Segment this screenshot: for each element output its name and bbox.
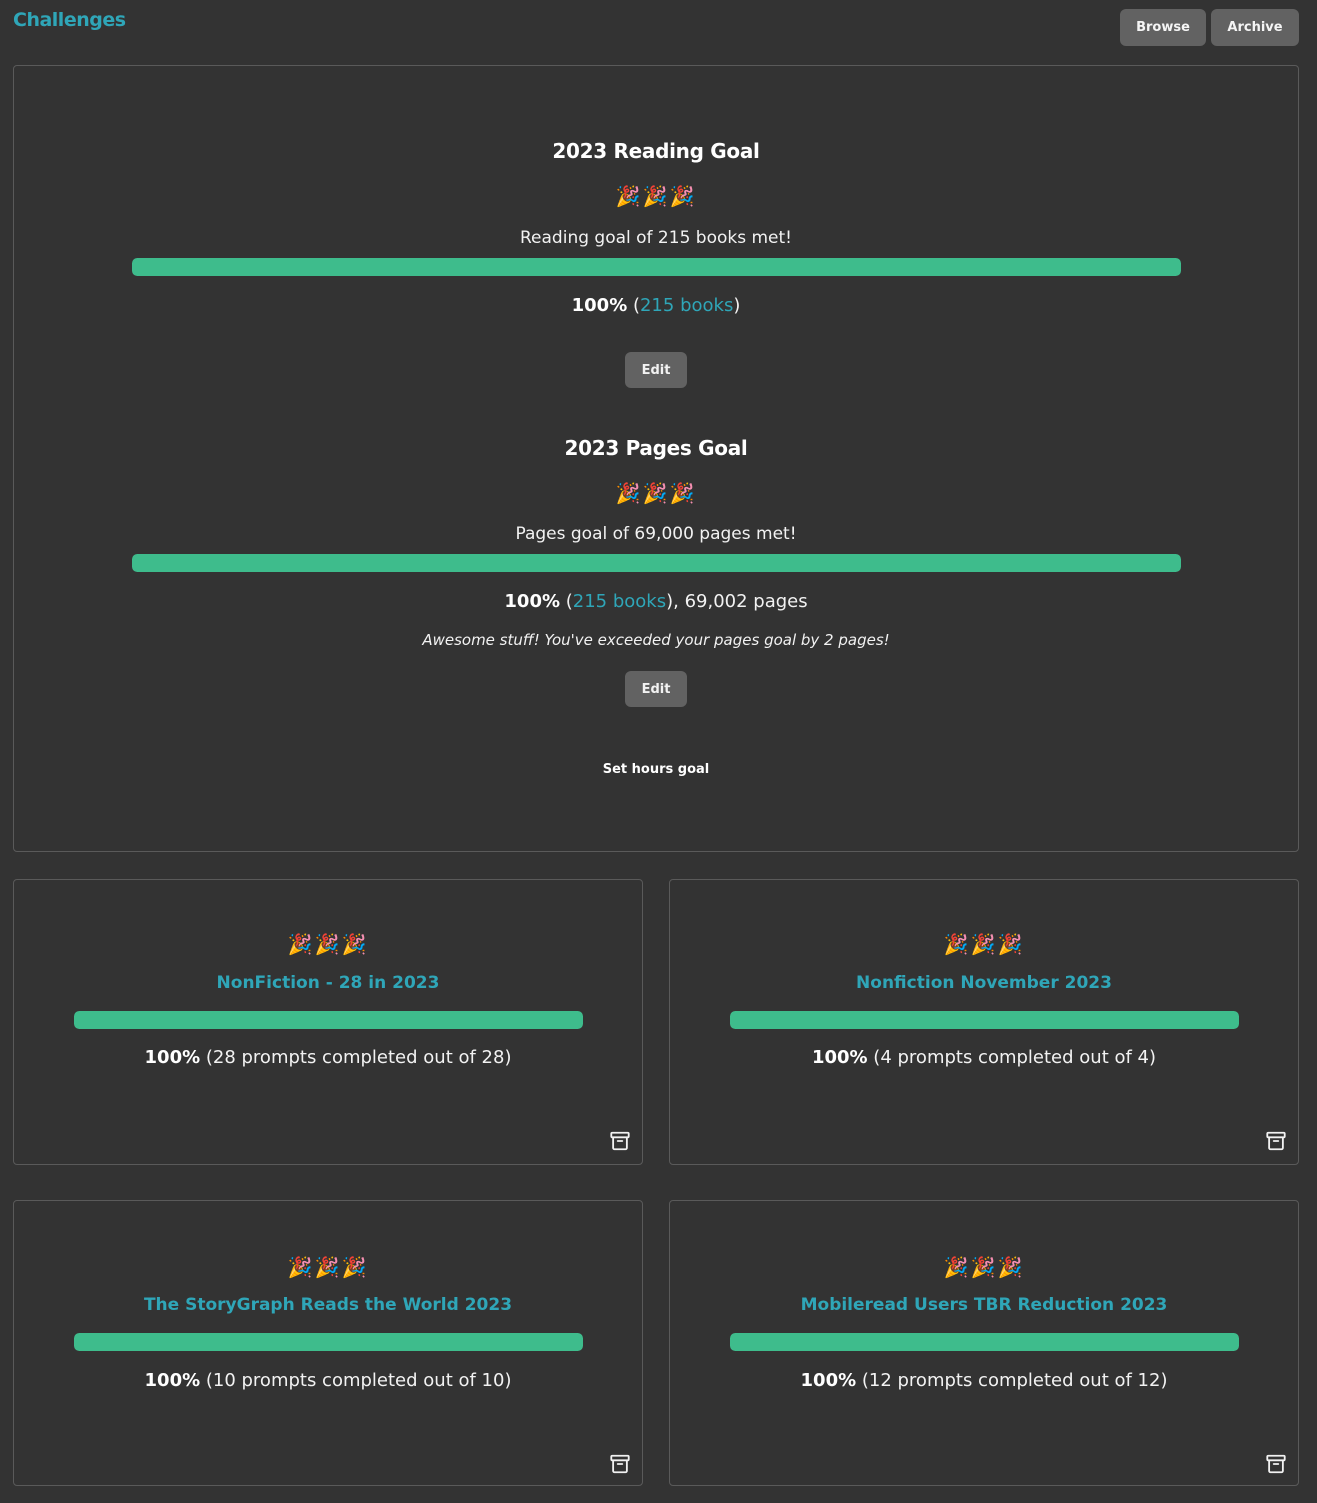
challenge-progress-bar — [74, 1011, 583, 1029]
challenge-stat: 100% (4 prompts completed out of 4) — [670, 1047, 1298, 1068]
challenge-detail: (10 prompts completed out of 10) — [200, 1370, 512, 1391]
challenge-percent: 100% — [800, 1370, 857, 1391]
challenge-progress-bar — [74, 1333, 583, 1351]
pages-goal-note: Awesome stuff! You've exceeded your page… — [422, 631, 890, 649]
reading-goal-progress-fill — [132, 258, 1181, 276]
pages-goal-books-link[interactable]: 215 books — [573, 591, 666, 612]
pages-goal-edit-button[interactable]: Edit — [625, 671, 687, 707]
archive-icon[interactable] — [609, 1453, 631, 1475]
challenge-percent: 100% — [811, 1047, 868, 1068]
page-title[interactable]: Challenges — [13, 9, 126, 31]
archive-button[interactable]: Archive — [1211, 9, 1299, 46]
challenge-percent: 100% — [144, 1047, 201, 1068]
challenge-detail: (28 prompts completed out of 28) — [200, 1047, 512, 1068]
challenge-title-link[interactable]: The StoryGraph Reads the World 2023 — [14, 1295, 642, 1315]
challenge-title-link[interactable]: Mobileread Users TBR Reduction 2023 — [670, 1295, 1298, 1315]
reading-goal-books-link[interactable]: 215 books — [640, 295, 733, 316]
reading-goal-message: Reading goal of 215 books met! — [520, 228, 792, 248]
challenge-party-icon: 🎉🎉🎉 — [943, 932, 1025, 956]
pages-goal-progress-fill — [132, 554, 1181, 572]
reading-goal-party-icon: 🎉🎉🎉 — [615, 184, 697, 208]
challenge-progress-bar — [730, 1333, 1239, 1351]
pages-goal-percent: 100% — [504, 591, 560, 612]
challenge-stat: 100% (10 prompts completed out of 10) — [14, 1370, 642, 1391]
challenge-percent: 100% — [144, 1370, 201, 1391]
challenge-card: 🎉🎉🎉 The StoryGraph Reads the World 2023 … — [13, 1200, 643, 1486]
challenge-detail: (4 prompts completed out of 4) — [867, 1047, 1157, 1068]
archive-icon[interactable] — [1265, 1130, 1287, 1152]
challenge-party-icon: 🎉🎉🎉 — [943, 1255, 1025, 1279]
challenge-title-link[interactable]: Nonfiction November 2023 — [670, 973, 1298, 993]
challenge-card: 🎉🎉🎉 Mobileread Users TBR Reduction 2023 … — [669, 1200, 1299, 1486]
pages-goal-stat: 100% (215 books), 69,002 pages — [504, 591, 808, 612]
goals-panel: 2023 Reading Goal 🎉🎉🎉 Reading goal of 21… — [13, 65, 1299, 852]
reading-goal-edit-button[interactable]: Edit — [625, 352, 687, 388]
challenge-party-icon: 🎉🎉🎉 — [287, 1255, 369, 1279]
set-hours-goal-link[interactable]: Set hours goal — [603, 762, 710, 777]
challenge-detail: (12 prompts completed out of 12) — [856, 1370, 1168, 1391]
reading-goal-title: 2023 Reading Goal — [552, 139, 760, 163]
archive-icon[interactable] — [1265, 1453, 1287, 1475]
challenge-party-icon: 🎉🎉🎉 — [287, 932, 369, 956]
challenge-card: 🎉🎉🎉 Nonfiction November 2023 100% (4 pro… — [669, 879, 1299, 1165]
challenge-card: 🎉🎉🎉 NonFiction - 28 in 2023 100% (28 pro… — [13, 879, 643, 1165]
pages-goal-title: 2023 Pages Goal — [564, 436, 748, 460]
challenge-progress-bar — [730, 1011, 1239, 1029]
reading-goal-progress-bar — [132, 258, 1181, 276]
challenge-stat: 100% (28 prompts completed out of 28) — [14, 1047, 642, 1068]
hours-goal-row: Set hours goal — [14, 758, 1298, 777]
browse-button[interactable]: Browse — [1120, 9, 1206, 46]
challenge-title-link[interactable]: NonFiction - 28 in 2023 — [14, 973, 642, 993]
challenge-progress-fill — [730, 1011, 1239, 1029]
reading-goal-stat: 100% (215 books) — [571, 295, 741, 316]
challenge-progress-fill — [730, 1333, 1239, 1351]
challenge-progress-fill — [74, 1011, 583, 1029]
pages-goal-pages-text: , 69,002 pages — [673, 591, 808, 612]
pages-goal-progress-bar — [132, 554, 1181, 572]
challenge-stat: 100% (12 prompts completed out of 12) — [670, 1370, 1298, 1391]
pages-goal-party-icon: 🎉🎉🎉 — [615, 481, 697, 505]
challenge-progress-fill — [74, 1333, 583, 1351]
archive-icon[interactable] — [609, 1130, 631, 1152]
pages-goal-message: Pages goal of 69,000 pages met! — [515, 524, 797, 544]
reading-goal-percent: 100% — [571, 295, 628, 316]
